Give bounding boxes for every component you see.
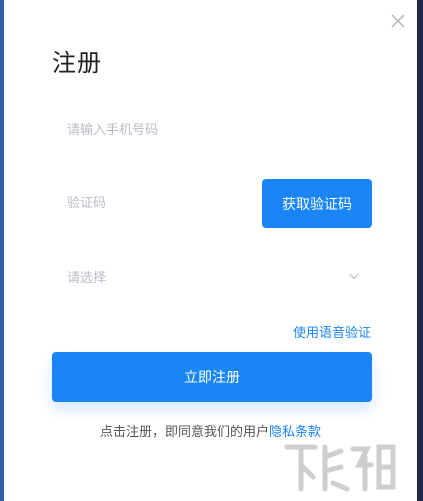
register-dialog: 注册 获取验证码 请选择 使用语音验证 立即注册 点击注册，即同意我们的用户隐私…: [4, 0, 417, 501]
watermark-logo: [281, 437, 399, 497]
register-button[interactable]: 立即注册: [52, 352, 372, 402]
region-select-value: 请选择: [67, 271, 107, 286]
voice-verify-link[interactable]: 使用语音验证: [293, 322, 371, 341]
region-select[interactable]: 请选择: [52, 256, 372, 296]
verification-code-input[interactable]: [52, 181, 252, 225]
chevron-down-icon: [348, 270, 360, 282]
get-code-button[interactable]: 获取验证码: [262, 179, 372, 228]
backdrop-right-edge: [417, 0, 423, 501]
close-icon[interactable]: [389, 12, 407, 30]
page-title: 注册: [52, 49, 102, 77]
phone-input[interactable]: [52, 108, 372, 152]
agreement-prefix: 点击注册，即同意我们的用户: [99, 425, 269, 440]
